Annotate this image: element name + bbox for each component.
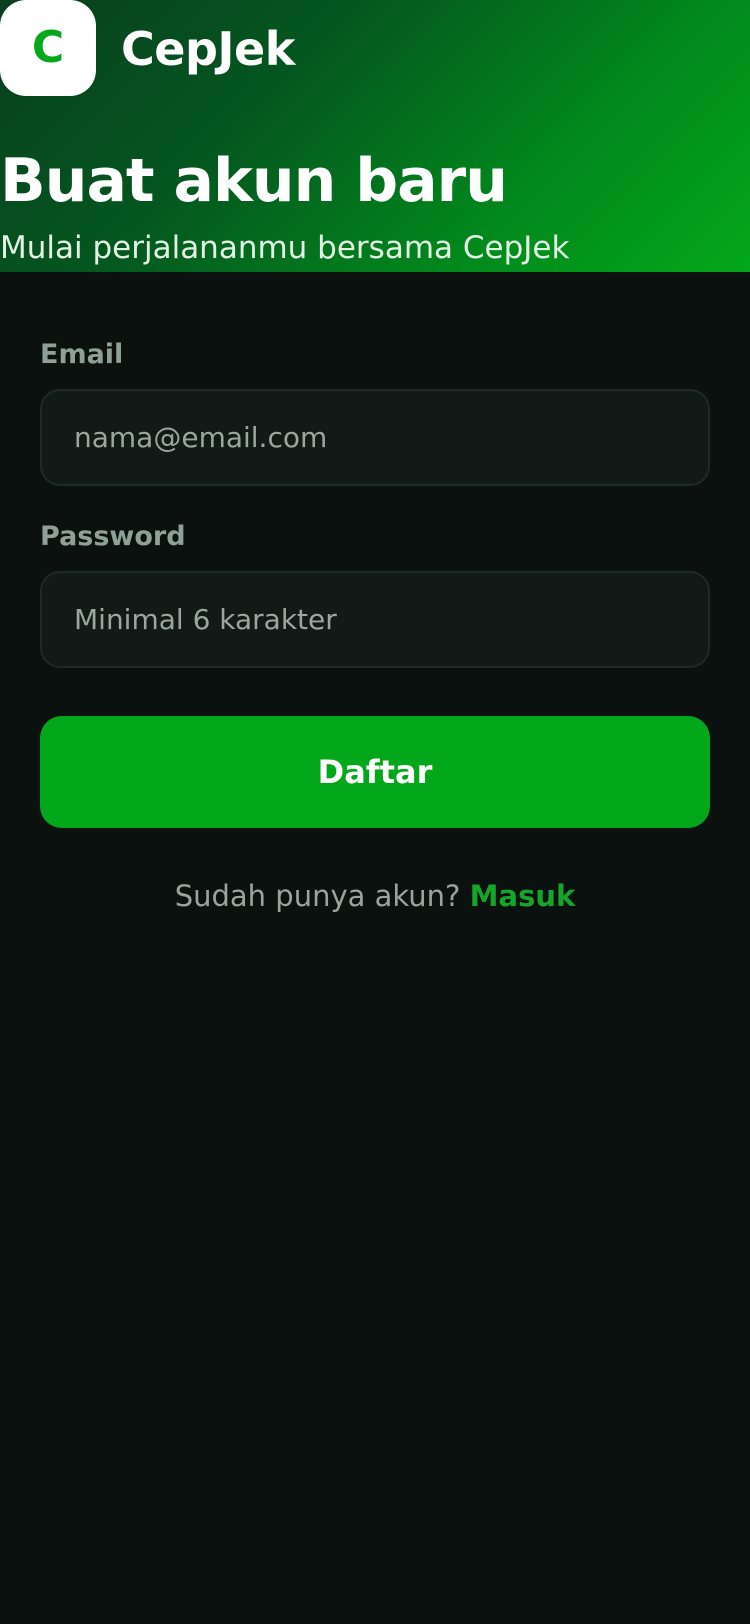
password-placeholder: Minimal 6 karakter bbox=[74, 602, 337, 636]
header-banner: C CepJek Buat akun baru Mulai perjalanan… bbox=[0, 0, 750, 272]
email-field[interactable]: nama@email.com bbox=[40, 389, 710, 486]
register-button-label: Daftar bbox=[317, 753, 433, 791]
login-prompt-row: Sudah punya akun? Masuk bbox=[0, 876, 750, 916]
email-placeholder: nama@email.com bbox=[74, 420, 328, 454]
login-link[interactable]: Masuk bbox=[470, 879, 576, 913]
brand-name: CepJek bbox=[121, 22, 295, 76]
app-logo: C bbox=[0, 0, 96, 96]
page-title: Buat akun baru bbox=[0, 146, 508, 216]
password-label: Password bbox=[40, 521, 186, 552]
page-subtitle: Mulai perjalananmu bersama CepJek bbox=[0, 230, 570, 266]
login-prompt-text: Sudah punya akun? bbox=[174, 879, 461, 913]
email-label: Email bbox=[40, 339, 124, 370]
register-button[interactable]: Daftar bbox=[40, 716, 710, 828]
password-field[interactable]: Minimal 6 karakter bbox=[40, 571, 710, 668]
logo-letter: C bbox=[31, 22, 65, 73]
